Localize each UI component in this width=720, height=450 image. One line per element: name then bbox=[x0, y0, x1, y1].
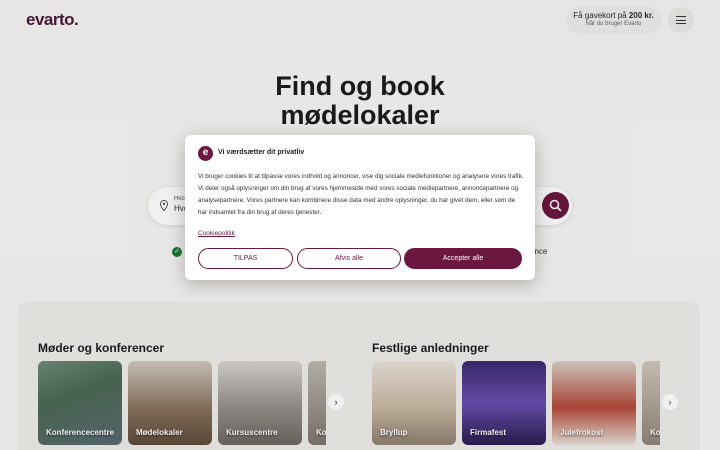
cookie-policy-link[interactable]: Cookiepolitik bbox=[198, 230, 235, 237]
customize-button[interactable]: TILPAS bbox=[198, 248, 293, 269]
cookie-consent-dialog: e Vi værdsætter dit privatliv Vi bruger … bbox=[185, 135, 535, 280]
evarto-badge-icon: e bbox=[198, 146, 213, 161]
cookie-dialog-body: Vi bruger cookies til at tilpasse vores … bbox=[198, 173, 524, 216]
decline-all-button[interactable]: Afvis alle bbox=[297, 248, 401, 269]
accept-all-button[interactable]: Accepter alle bbox=[404, 248, 522, 269]
cookie-dialog-title: Vi værdsætter dit privatliv bbox=[218, 149, 305, 156]
